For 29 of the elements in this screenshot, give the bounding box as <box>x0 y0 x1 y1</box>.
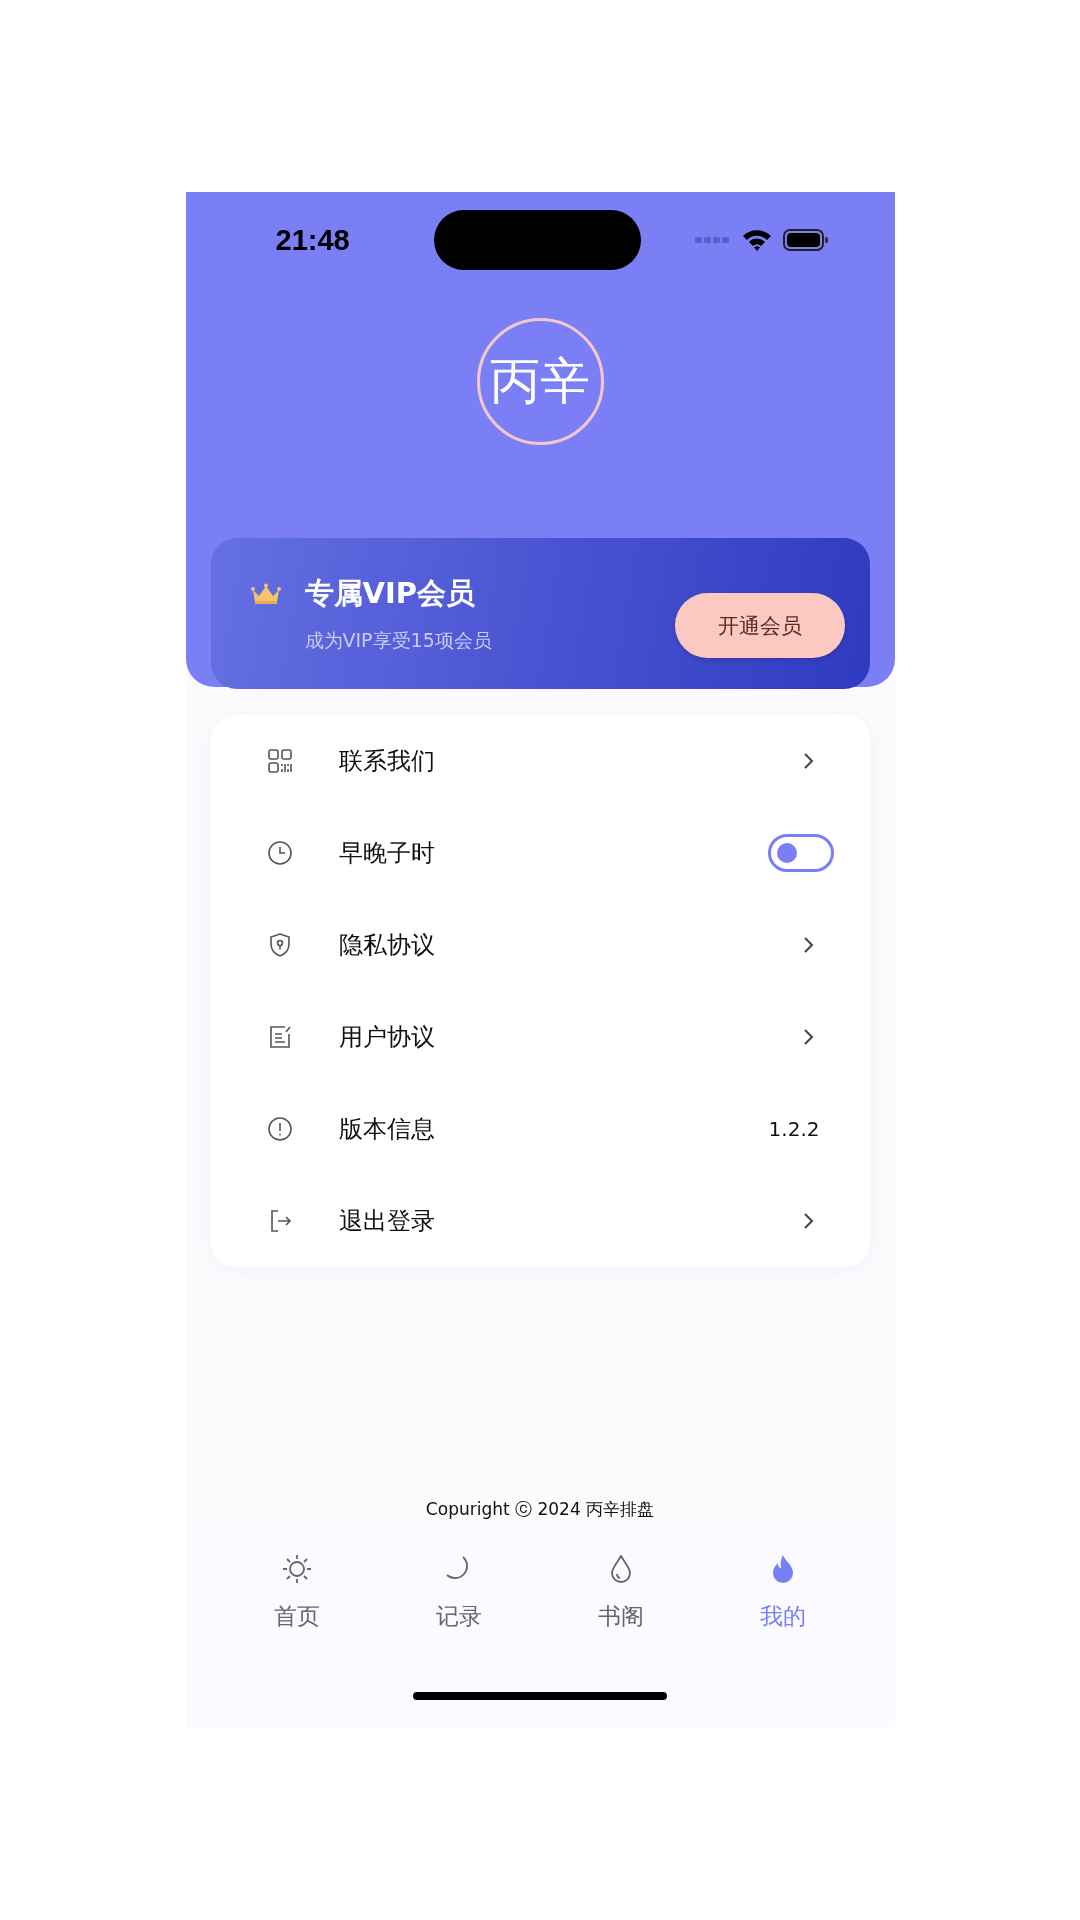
wifi-icon <box>741 228 774 252</box>
logo: 丙辛 <box>476 318 604 445</box>
info-icon <box>266 1116 293 1142</box>
copyright-text: Copuright ⓒ 2024 丙辛排盘 <box>425 1498 655 1521</box>
status-time: 21:48 <box>275 223 350 257</box>
vip-title: 专属VIP会员 <box>304 574 475 612</box>
menu-label[interactable]: 联系我们 <box>338 745 802 777</box>
tab[interactable]: 书阁 <box>561 1525 682 1665</box>
menu-label[interactable]: 隐私协议 <box>338 929 802 961</box>
tab[interactable]: 记录 <box>398 1525 519 1665</box>
menu-label[interactable]: 退出登录 <box>338 1205 802 1237</box>
crown-icon <box>250 582 281 605</box>
toggle-switch[interactable] <box>767 834 834 872</box>
version-value: 1.2.2 <box>768 1117 820 1141</box>
menu-label[interactable]: 版本信息 <box>338 1113 769 1145</box>
join-vip-button[interactable]: 开通会员 <box>674 593 845 658</box>
sun-icon <box>280 1553 313 1585</box>
clock-icon <box>266 840 293 866</box>
chevron-icon[interactable] <box>801 936 814 954</box>
chevron-icon[interactable] <box>801 1028 814 1046</box>
menu-label[interactable]: 用户协议 <box>338 1021 802 1053</box>
chevron-icon[interactable] <box>801 752 814 770</box>
qr-code-icon <box>266 748 293 774</box>
menu-label[interactable]: 早晚子时 <box>338 837 768 869</box>
vip-subtitle: 成为VIP享受15项会员 <box>304 627 492 653</box>
battery-icon <box>783 228 830 252</box>
tab[interactable]: 首页 <box>236 1525 357 1665</box>
signal-icon <box>695 236 732 244</box>
chevron-icon[interactable] <box>801 1212 814 1230</box>
